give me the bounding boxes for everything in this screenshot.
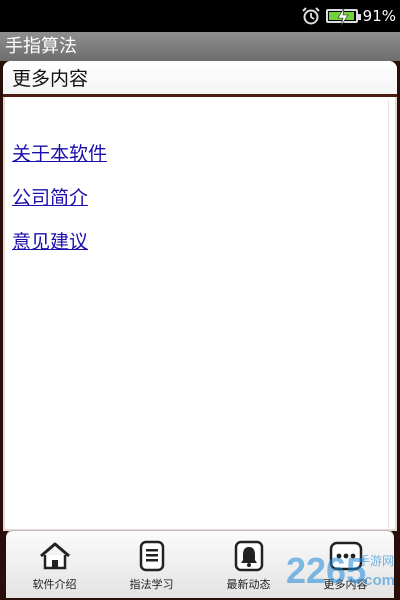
app-title: 手指算法 — [0, 32, 400, 61]
about-software-link[interactable]: 关于本软件 — [12, 143, 107, 166]
battery-percent: 91% — [362, 7, 396, 25]
home-icon — [39, 542, 70, 570]
tab-label: 软件介绍 — [32, 578, 77, 591]
tab-label: 最新动态 — [226, 578, 271, 591]
document-list-icon — [139, 540, 164, 572]
more-dots-icon — [329, 541, 362, 571]
battery-charging-icon — [325, 8, 361, 26]
tab-more-content[interactable]: 更多内容 — [297, 531, 394, 598]
status-icons: 91% — [301, 5, 396, 27]
content-panel: 更多内容 关于本软件 公司简介 意见建议 — [3, 61, 397, 531]
panel-title: 更多内容 — [3, 61, 397, 97]
tab-software-intro[interactable]: 软件介绍 — [6, 531, 103, 598]
bottom-tab-bar: 软件介绍 指法学习 最新动态 更多内容 — [6, 531, 394, 598]
feedback-link[interactable]: 意见建议 — [12, 231, 107, 254]
tab-latest-news[interactable]: 最新动态 — [200, 531, 297, 598]
tab-label: 更多内容 — [323, 578, 368, 591]
bell-icon — [234, 540, 263, 572]
alarm-clock-icon — [301, 7, 320, 25]
company-profile-link[interactable]: 公司简介 — [12, 187, 107, 210]
status-bar: 91% — [0, 0, 400, 32]
tab-label: 指法学习 — [129, 578, 174, 591]
tab-fingering-study[interactable]: 指法学习 — [103, 531, 200, 598]
link-list: 关于本软件 公司简介 意见建议 — [12, 143, 107, 275]
panel-divider — [388, 100, 389, 531]
